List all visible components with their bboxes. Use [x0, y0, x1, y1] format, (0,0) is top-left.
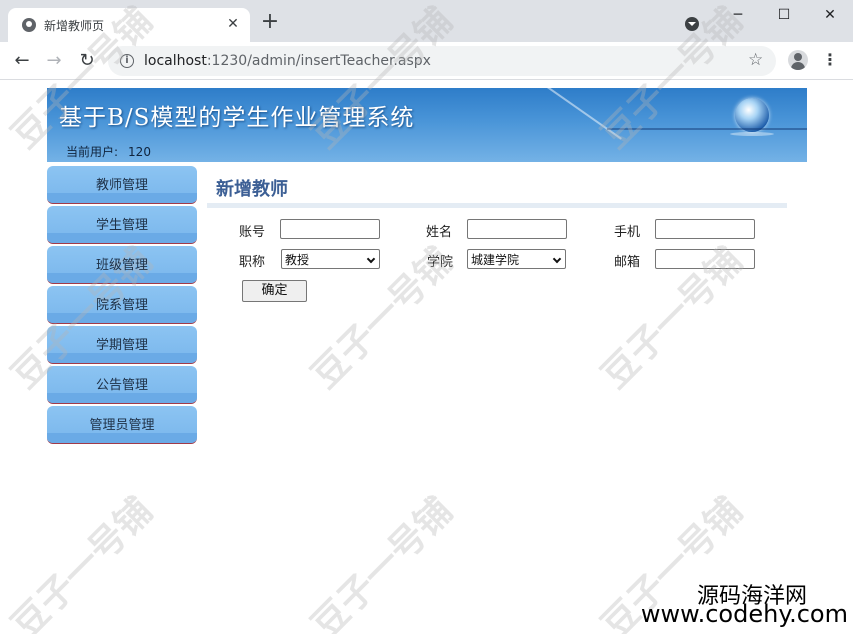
maximize-button[interactable]: ☐: [761, 3, 807, 27]
sidebar-nav: 教师管理 学生管理 班级管理 院系管理 学期管理 公告管理 管理员管理: [47, 166, 197, 446]
email-label: 邮箱: [614, 255, 641, 270]
confirm-button[interactable]: 确定: [242, 280, 307, 302]
sidebar-item-label: 教师管理: [95, 178, 148, 193]
sidebar-item-class[interactable]: 班级管理: [47, 246, 197, 284]
chevron-down-icon: [552, 254, 562, 264]
sidebar-item-admin[interactable]: 管理员管理: [47, 406, 197, 444]
star-icon[interactable]: ☆: [748, 50, 763, 70]
name-field[interactable]: [467, 219, 567, 239]
account-field[interactable]: [280, 219, 380, 239]
close-icon[interactable]: ✕: [224, 15, 242, 33]
sidebar-item-student[interactable]: 学生管理: [47, 206, 197, 244]
current-user-value: 120: [128, 145, 151, 159]
account-label: 账号: [239, 225, 266, 240]
job-title-selected: 教授: [285, 253, 310, 267]
page-title: 新增教师: [216, 179, 288, 200]
phone-field[interactable]: [655, 219, 755, 239]
sidebar-item-label: 管理员管理: [89, 418, 155, 433]
watermark-text: 豆子一号铺: [304, 490, 461, 634]
info-icon[interactable]: i: [120, 54, 134, 68]
window-close-button[interactable]: ✕: [807, 3, 853, 27]
browser-tab[interactable]: 新增教师页 ✕: [8, 8, 250, 42]
system-title: 基于B/S模型的学生作业管理系统: [59, 105, 415, 131]
sidebar-item-teacher[interactable]: 教师管理: [47, 166, 197, 204]
minimize-button[interactable]: ─: [715, 3, 761, 27]
site-watermark-url: www.codehy.com: [640, 600, 848, 628]
name-label: 姓名: [426, 225, 453, 240]
sidebar-item-label: 公告管理: [95, 378, 148, 393]
tab-search-icon[interactable]: [685, 17, 699, 31]
sidebar-item-department[interactable]: 院系管理: [47, 286, 197, 324]
forward-icon[interactable]: →: [43, 50, 65, 72]
college-select[interactable]: 城建学院: [467, 249, 566, 269]
sidebar-item-label: 院系管理: [95, 298, 148, 313]
sidebar-item-semester[interactable]: 学期管理: [47, 326, 197, 364]
sidebar-item-label: 学期管理: [95, 338, 148, 353]
chevron-down-icon: [366, 254, 376, 264]
browser-toolbar: ← → ↻ i localhost:1230/admin/insertTeach…: [0, 42, 853, 80]
logo-icon: [735, 98, 769, 132]
logo-reflection: [730, 132, 774, 136]
college-selected: 城建学院: [471, 253, 520, 267]
title-divider: [207, 203, 787, 208]
watermark-text: 豆子一号铺: [4, 490, 161, 634]
globe-icon: [22, 18, 36, 32]
job-title-label: 职称: [239, 255, 266, 270]
job-title-select[interactable]: 教授: [281, 249, 380, 269]
college-label: 学院: [427, 255, 454, 270]
tab-title: 新增教师页: [44, 19, 105, 33]
url-text[interactable]: localhost:1230/admin/insertTeacher.aspx: [144, 53, 431, 69]
url-path: :1230/admin/insertTeacher.aspx: [206, 53, 431, 69]
site-header: 基于B/S模型的学生作业管理系统 当前用户: 120: [47, 88, 807, 162]
reload-icon[interactable]: ↻: [76, 50, 98, 72]
email-field[interactable]: [655, 249, 755, 269]
phone-label: 手机: [614, 225, 641, 240]
sidebar-item-notice[interactable]: 公告管理: [47, 366, 197, 404]
current-user: 当前用户: 120: [66, 143, 151, 160]
sidebar-item-label: 学生管理: [95, 218, 148, 233]
sidebar-item-label: 班级管理: [95, 258, 148, 273]
address-bar[interactable]: i localhost:1230/admin/insertTeacher.asp…: [108, 46, 776, 76]
profile-icon[interactable]: [788, 50, 808, 70]
plus-icon[interactable]: +: [259, 11, 281, 34]
url-host: localhost: [144, 53, 207, 69]
tab-strip: 新增教师页 ✕ + ─ ☐ ✕: [0, 0, 853, 42]
more-vert-icon[interactable]: ⋮: [822, 50, 838, 70]
current-user-label: 当前用户:: [66, 145, 119, 159]
back-icon[interactable]: ←: [11, 50, 33, 72]
